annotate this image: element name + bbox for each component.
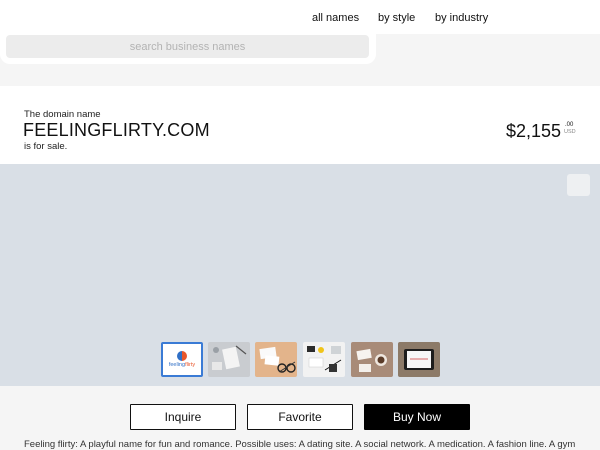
feelingflirty-logo: feelingflirty xyxy=(163,344,201,375)
logo-mark-icon xyxy=(177,351,187,361)
listing-eyebrow: The domain name xyxy=(24,109,101,120)
nav-by-industry-link[interactable]: by industry xyxy=(435,12,488,24)
price-amount: $2,155 xyxy=(506,121,562,141)
domain-name-title: FEELINGFLIRTY.COM xyxy=(23,120,210,140)
logo-word-b: flirty xyxy=(185,362,196,368)
tablet-mockup-image xyxy=(398,342,440,377)
favorite-button[interactable]: Favorite xyxy=(247,404,353,430)
search-panel xyxy=(0,30,376,64)
top-nav: all names by style by industry xyxy=(0,0,600,34)
for-sale-text: is for sale. xyxy=(24,141,68,152)
thumbnail-cards-with-glasses[interactable] xyxy=(255,342,297,377)
hero-image-area: feelingflirty xyxy=(0,164,600,386)
nav-by-style-link[interactable]: by style xyxy=(378,12,415,24)
domain-description: Feeling flirty: A playful name for fun a… xyxy=(24,439,576,450)
stationery-flatlay-image xyxy=(303,342,345,377)
thumbnail-tablet-mockup[interactable] xyxy=(398,342,440,377)
listing-header: The domain name FEELINGFLIRTY.COM is for… xyxy=(0,86,600,164)
cards-with-glasses-image xyxy=(255,342,297,377)
business-card-desk-image xyxy=(208,342,250,377)
thumbnail-logo[interactable]: feelingflirty xyxy=(161,342,203,377)
logo-word-a: feeling xyxy=(168,362,186,368)
action-buttons: Inquire Favorite Buy Now xyxy=(0,404,600,430)
search-input[interactable] xyxy=(6,35,369,58)
thumbnail-stationery-flatlay[interactable] xyxy=(303,342,345,377)
expand-icon[interactable] xyxy=(567,174,590,196)
thumbnail-coffee-and-card[interactable] xyxy=(351,342,393,377)
nav-all-names-link[interactable]: all names xyxy=(312,12,359,24)
thumbnail-business-card-desk[interactable] xyxy=(208,342,250,377)
coffee-and-card-image xyxy=(351,342,393,377)
buy-now-button[interactable]: Buy Now xyxy=(364,404,470,430)
page: all names by style by industry The domai… xyxy=(0,0,600,450)
inquire-button[interactable]: Inquire xyxy=(130,404,236,430)
price-currency: USD xyxy=(564,129,576,135)
price-cents: .00 xyxy=(565,122,574,128)
